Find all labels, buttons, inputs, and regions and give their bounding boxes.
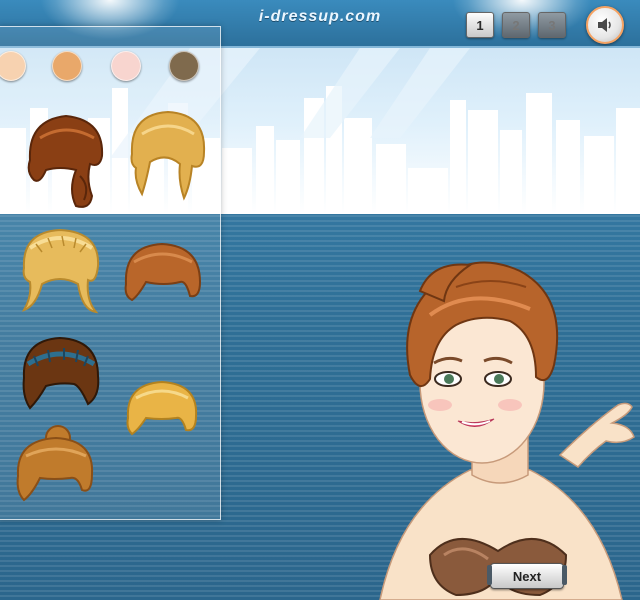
sound-toggle-button[interactable] — [586, 6, 624, 44]
skin-tone-swatch-2[interactable] — [52, 51, 82, 81]
hairstyle-option-3[interactable] — [16, 224, 106, 316]
next-button[interactable]: Next — [487, 563, 567, 589]
skin-tone-swatch-3[interactable] — [111, 51, 141, 81]
skin-tone-swatch-4[interactable] — [169, 51, 199, 81]
hairstyle-option-6[interactable] — [122, 378, 202, 440]
button-cap-left — [487, 565, 492, 585]
hairstyle-option-2[interactable] — [124, 108, 210, 204]
page-button-2[interactable]: 2 — [502, 12, 530, 38]
speaker-icon — [598, 18, 611, 32]
page-button-1[interactable]: 1 — [466, 12, 494, 38]
hairstyle-option-7[interactable] — [12, 424, 98, 508]
next-button-label: Next — [512, 568, 542, 584]
dressup-model — [360, 255, 640, 600]
hairstyle-option-4[interactable] — [120, 240, 206, 310]
hairstyle-option-5[interactable] — [18, 334, 104, 414]
page-selector: 1 2 3 — [466, 12, 566, 38]
hairstyle-option-1[interactable] — [20, 110, 112, 212]
page-button-3[interactable]: 3 — [538, 12, 566, 38]
game-stage: i-dressup.com 1 2 3 Next — [0, 0, 640, 600]
button-cap-right — [562, 565, 567, 585]
